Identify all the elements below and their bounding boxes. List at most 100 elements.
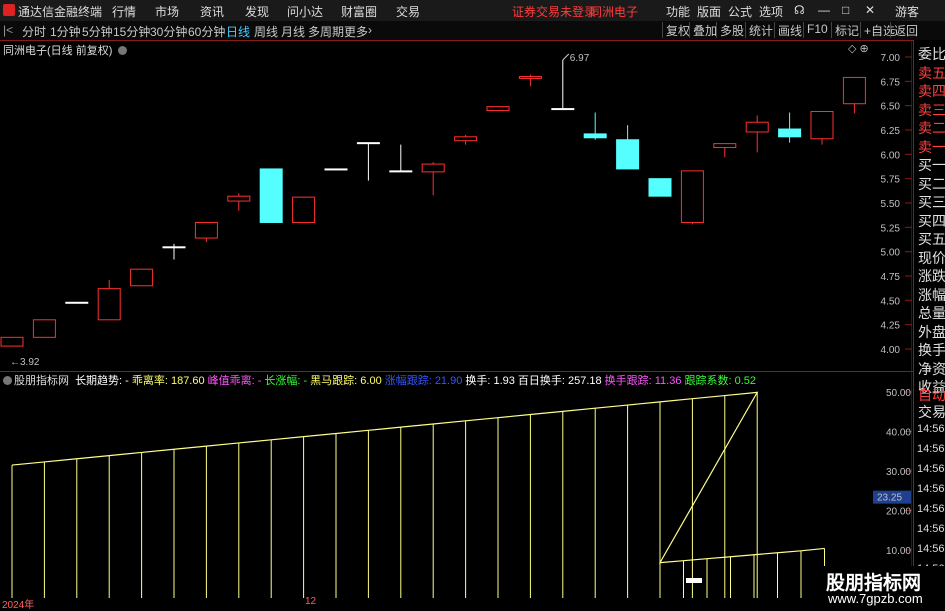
tool-draw[interactable]: 画线 bbox=[774, 22, 802, 38]
candle bbox=[227, 193, 251, 211]
tool-overlay[interactable]: 叠加 bbox=[689, 22, 717, 38]
y-tick-label: 6.25 bbox=[881, 126, 901, 137]
candle-body bbox=[162, 246, 186, 249]
y-tick-label: 50.00 bbox=[886, 388, 911, 399]
trade-time: 14:56 bbox=[917, 503, 945, 515]
indicator-chart[interactable]: 50.00 40.00 30.00 20.00 10.00 23.25 bbox=[0, 372, 912, 598]
indicator-line bbox=[11, 391, 825, 564]
candle bbox=[842, 76, 866, 114]
candle-body bbox=[842, 76, 866, 105]
menu-function[interactable]: 功能 bbox=[666, 3, 690, 20]
candle bbox=[648, 178, 672, 197]
menu-options[interactable]: 选项 bbox=[759, 3, 783, 20]
y-tick-label: 20.00 bbox=[886, 507, 911, 518]
y-tick-label: 4.75 bbox=[881, 272, 901, 283]
period-monthly[interactable]: 月线 bbox=[281, 23, 305, 40]
current-value-label: 23.25 bbox=[877, 493, 902, 504]
candlestick-chart[interactable]: 7.00 6.75 6.50 6.25 6.00 5.75 5.50 5.25 5.00 4.75… bbox=[0, 40, 912, 371]
period-5min[interactable]: 5分钟 bbox=[82, 23, 113, 40]
tool-multi-stock[interactable]: 多股 bbox=[716, 22, 744, 38]
trade-login-notice[interactable]: 证券交易未登录 bbox=[512, 3, 596, 20]
menu-formula[interactable]: 公式 bbox=[728, 3, 752, 20]
menu-trade[interactable]: 交易 bbox=[396, 3, 420, 20]
trade-time: 14:56 bbox=[917, 543, 945, 555]
tool-f10[interactable]: F10 bbox=[803, 22, 828, 38]
period-daily[interactable]: 日线 bbox=[226, 23, 250, 40]
candle bbox=[0, 336, 24, 347]
menu-quotes[interactable]: 行情 bbox=[112, 3, 136, 20]
y-tick-label: 7.00 bbox=[881, 53, 901, 64]
candle-body bbox=[680, 170, 704, 223]
side-label: 现价 bbox=[918, 249, 945, 266]
menu-ask[interactable]: 问小达 bbox=[287, 3, 323, 20]
candle bbox=[518, 74, 542, 87]
period-30min[interactable]: 30分钟 bbox=[150, 23, 187, 40]
candle-body bbox=[97, 288, 121, 321]
period-60min[interactable]: 60分钟 bbox=[188, 23, 225, 40]
app-logo-icon bbox=[3, 4, 15, 16]
period-weekly[interactable]: 周线 bbox=[254, 23, 278, 40]
candle-body bbox=[259, 168, 283, 223]
candle-body bbox=[454, 136, 478, 142]
current-stock-name: 同洲电子 bbox=[590, 5, 639, 19]
candle-body bbox=[486, 106, 510, 112]
y-tick-label: 5.25 bbox=[881, 223, 901, 234]
candle-body bbox=[292, 196, 316, 223]
period-1min[interactable]: 1分钟 bbox=[50, 23, 81, 40]
watermark-url: www.7gpzb.com bbox=[828, 591, 923, 606]
close-icon[interactable]: ✕ bbox=[865, 3, 875, 17]
tool-stats[interactable]: 统计 bbox=[745, 22, 773, 38]
candle-body bbox=[389, 170, 413, 173]
maximize-icon[interactable]: □ bbox=[842, 3, 849, 17]
app-title: 通达信金融终端 bbox=[18, 5, 103, 19]
trade-label[interactable]: 交易 bbox=[918, 402, 945, 422]
tool-mark[interactable]: 标记 bbox=[831, 22, 859, 38]
candle bbox=[583, 112, 607, 140]
candle bbox=[97, 279, 121, 321]
period-multi[interactable]: 多周期 bbox=[308, 23, 344, 40]
candle bbox=[745, 115, 769, 153]
menu-news[interactable]: 资讯 bbox=[200, 3, 224, 20]
low-marker-label: ←3.92 bbox=[10, 357, 40, 368]
candle bbox=[162, 243, 186, 260]
headset-icon[interactable]: ☊ bbox=[794, 3, 805, 17]
y-tick-label: 5.50 bbox=[881, 199, 901, 210]
menu-wealth[interactable]: 财富圈 bbox=[341, 3, 377, 20]
candle-body bbox=[324, 168, 348, 171]
side-label: 卖五 bbox=[918, 64, 945, 81]
user-guest[interactable]: 游客 bbox=[895, 3, 919, 20]
side-label: 买一 bbox=[918, 157, 945, 173]
minimize-icon[interactable]: — bbox=[818, 3, 830, 17]
candle bbox=[259, 168, 283, 223]
side-label: 卖三 bbox=[918, 101, 945, 118]
y-tick-label: 4.25 bbox=[881, 321, 901, 332]
watermark: 股朋指标网 www.7gpzb.com bbox=[820, 566, 945, 609]
menu-discover[interactable]: 发现 bbox=[245, 3, 269, 20]
menu-market[interactable]: 市场 bbox=[155, 3, 179, 20]
candle bbox=[32, 319, 56, 338]
period-intraday[interactable]: 分时 bbox=[22, 23, 46, 40]
expand-icon[interactable]: |< bbox=[3, 23, 13, 37]
y-tick-label: 30.00 bbox=[886, 467, 911, 478]
candle-body bbox=[65, 301, 89, 304]
period-more[interactable]: 更多 bbox=[344, 23, 368, 40]
side-label: 买二 bbox=[918, 175, 945, 192]
y-tick-label: 10.00 bbox=[886, 546, 911, 557]
candle bbox=[421, 162, 445, 196]
side-label: 买四 bbox=[918, 212, 945, 229]
y-tick-label: 4.00 bbox=[881, 345, 901, 356]
candle bbox=[680, 170, 704, 225]
candle-body bbox=[227, 195, 251, 202]
menu-layout[interactable]: 版面 bbox=[697, 3, 721, 20]
y-tick-label: 5.00 bbox=[881, 248, 901, 259]
tool-adjust[interactable]: 复权 bbox=[662, 22, 690, 38]
candle-body bbox=[778, 128, 802, 138]
candle-body bbox=[745, 121, 769, 133]
period-15min[interactable]: 15分钟 bbox=[113, 23, 150, 40]
chevron-right-icon[interactable]: › bbox=[368, 23, 372, 37]
candle bbox=[389, 144, 413, 173]
candle-body bbox=[648, 178, 672, 197]
candle-body bbox=[32, 319, 56, 338]
tool-back[interactable]: 返回 bbox=[890, 22, 918, 38]
trade-time: 14:56 bbox=[917, 443, 945, 455]
